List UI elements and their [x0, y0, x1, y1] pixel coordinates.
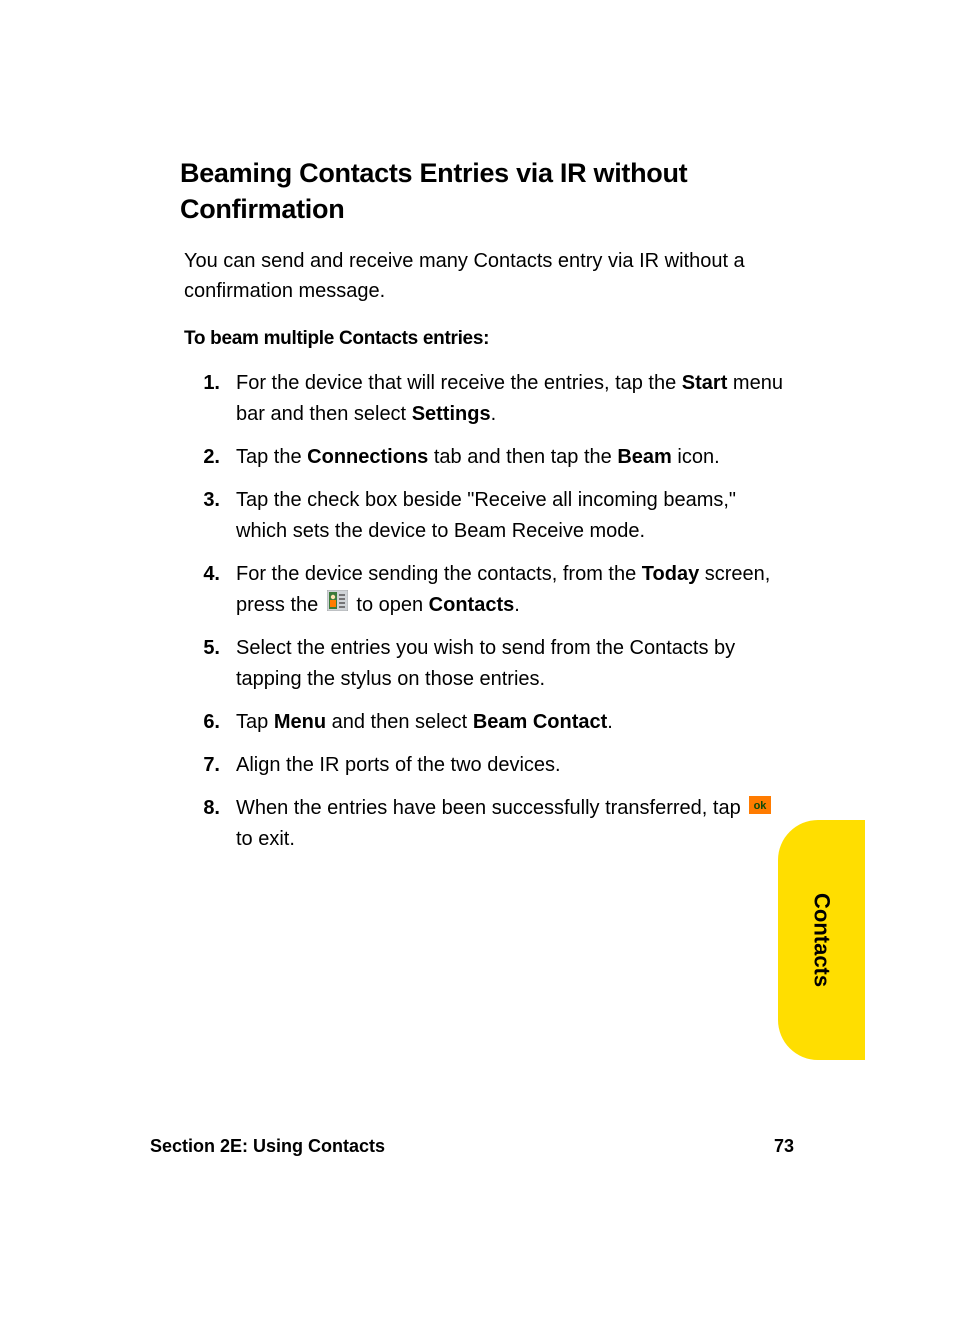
step-body: When the entries have been successfully …	[236, 793, 784, 855]
svg-text:ok: ok	[754, 800, 768, 812]
list-item: 1. For the device that will receive the …	[200, 368, 784, 430]
footer-page-number: 73	[774, 1136, 794, 1157]
list-item: 4. For the device sending the contacts, …	[200, 559, 784, 621]
step-number: 8.	[200, 793, 236, 855]
step-body: Tap the check box beside "Receive all in…	[236, 485, 784, 547]
section-tab: Contacts	[778, 820, 865, 1060]
section-heading: Beaming Contacts Entries via IR without …	[180, 155, 784, 228]
list-item: 2. Tap the Connections tab and then tap …	[200, 442, 784, 473]
step-number: 7.	[200, 750, 236, 781]
step-body: For the device that will receive the ent…	[236, 368, 784, 430]
procedure-subhead: To beam multiple Contacts entries:	[184, 328, 784, 350]
intro-paragraph: You can send and receive many Contacts e…	[184, 246, 784, 306]
list-item: 7. Align the IR ports of the two devices…	[200, 750, 784, 781]
step-body: Tap the Connections tab and then tap the…	[236, 442, 784, 473]
step-number: 3.	[200, 485, 236, 547]
step-body: Align the IR ports of the two devices.	[236, 750, 784, 781]
page-content: Beaming Contacts Entries via IR without …	[0, 0, 954, 855]
step-body: For the device sending the contacts, fro…	[236, 559, 784, 621]
list-item: 5. Select the entries you wish to send f…	[200, 633, 784, 695]
ok-icon: ok	[749, 793, 771, 824]
step-number: 5.	[200, 633, 236, 695]
step-body: Select the entries you wish to send from…	[236, 633, 784, 695]
step-body: Tap Menu and then select Beam Contact.	[236, 707, 784, 738]
list-item: 8. When the entries have been successful…	[200, 793, 784, 855]
step-number: 2.	[200, 442, 236, 473]
step-number: 1.	[200, 368, 236, 430]
list-item: 6. Tap Menu and then select Beam Contact…	[200, 707, 784, 738]
section-tab-label: Contacts	[809, 893, 835, 987]
footer-section: Section 2E: Using Contacts	[150, 1136, 385, 1157]
page-footer: Section 2E: Using Contacts 73	[150, 1136, 794, 1157]
step-number: 4.	[200, 559, 236, 621]
procedure-list: 1. For the device that will receive the …	[200, 368, 784, 855]
step-number: 6.	[200, 707, 236, 738]
list-item: 3. Tap the check box beside "Receive all…	[200, 485, 784, 547]
contacts-icon	[327, 590, 348, 621]
